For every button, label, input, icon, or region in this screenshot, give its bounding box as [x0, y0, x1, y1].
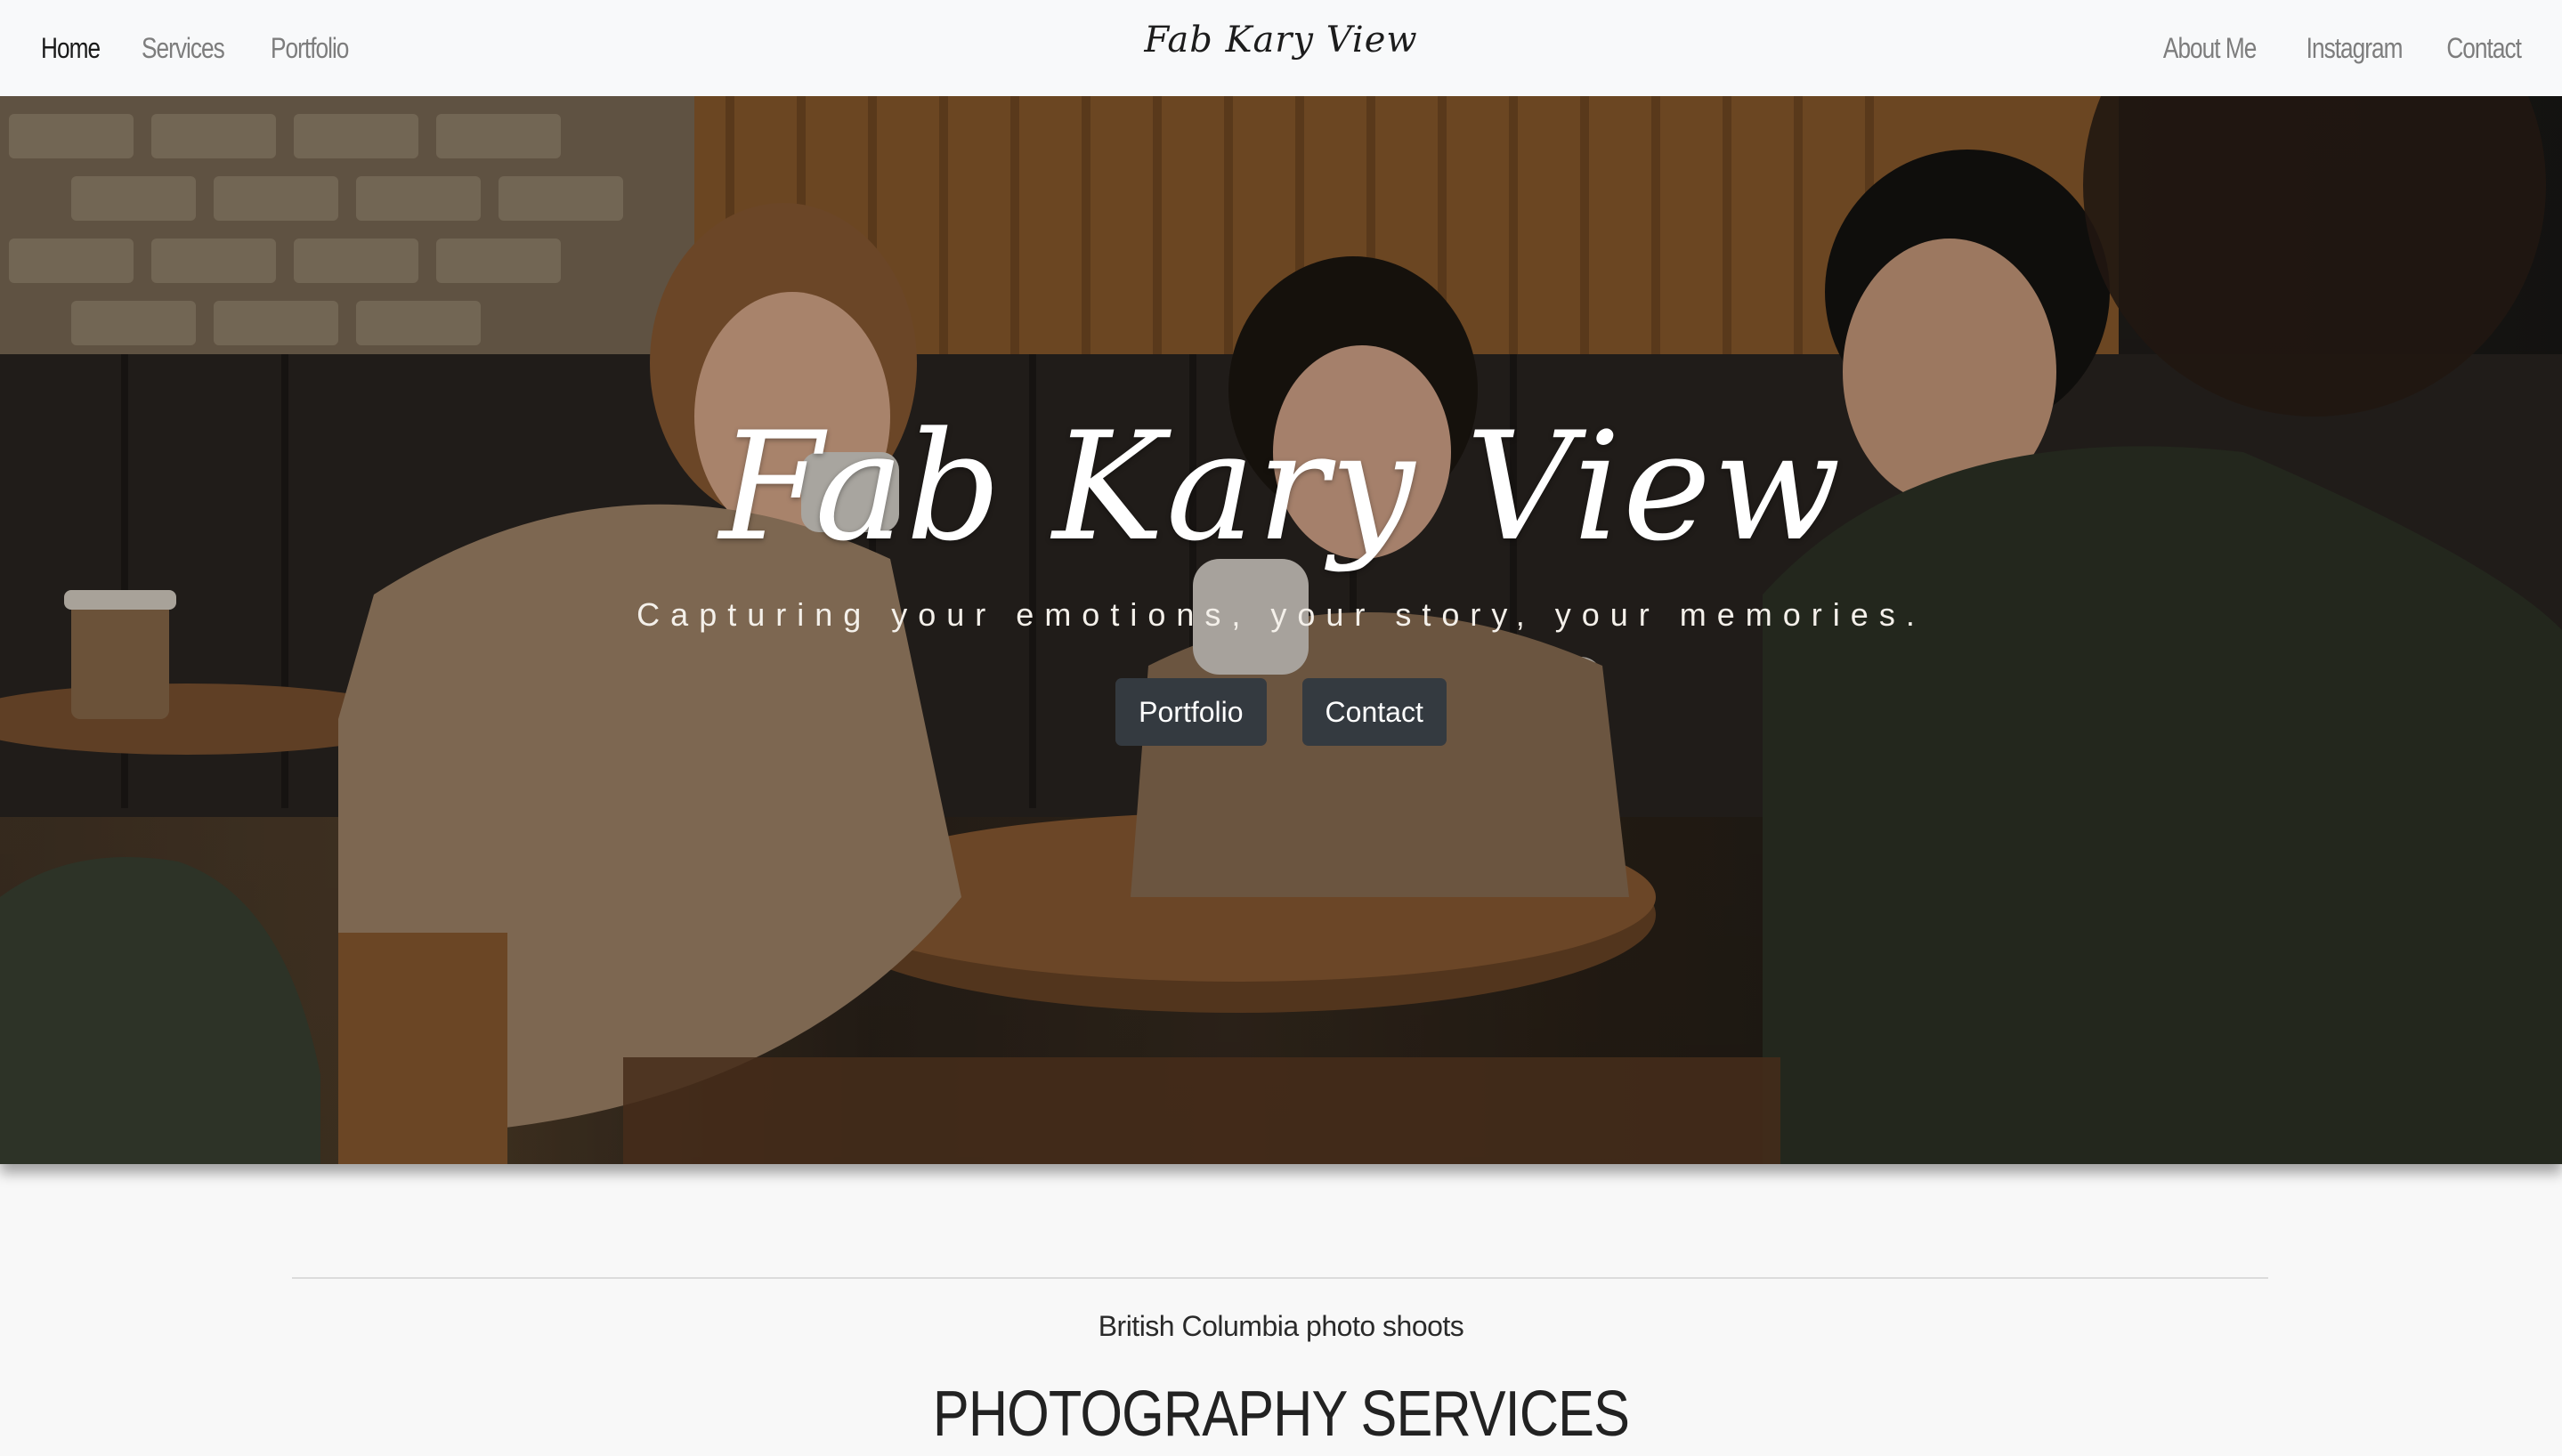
nav-link-home[interactable]: Home [41, 32, 101, 65]
nav-link-about-me[interactable]: About Me [2163, 32, 2257, 65]
section-subtitle: British Columbia photo shoots [1098, 1310, 1464, 1342]
nav-link-instagram[interactable]: Instagram [2306, 32, 2403, 65]
hero-buttons: Portfolio Contact [0, 678, 2562, 746]
hero-tagline: Capturing your emotions, your story, you… [636, 596, 1926, 633]
nav-link-portfolio[interactable]: Portfolio [271, 32, 349, 65]
hero-content: Fab Kary View Capturing your emotions, y… [0, 96, 2562, 1164]
navbar: Home Services Portfolio Fab Kary View Ab… [0, 0, 2562, 96]
nav-link-services[interactable]: Services [142, 32, 225, 65]
nav-link-contact[interactable]: Contact [2446, 32, 2522, 65]
section-title: PHOTOGRAPHY SERVICES [932, 1379, 1630, 1450]
section-divider [292, 1277, 2268, 1279]
nav-left: Home Services Portfolio [41, 0, 393, 96]
hero-title: Fab Kary View [719, 400, 1843, 574]
brand-logo[interactable]: Fab Kary View [1144, 20, 1417, 61]
hero-banner: Fab Kary View Capturing your emotions, y… [0, 96, 2562, 1164]
portfolio-button[interactable]: Portfolio [1115, 678, 1267, 746]
nav-right: About Me Instagram Contact [2114, 0, 2522, 96]
contact-button[interactable]: Contact [1301, 678, 1447, 746]
